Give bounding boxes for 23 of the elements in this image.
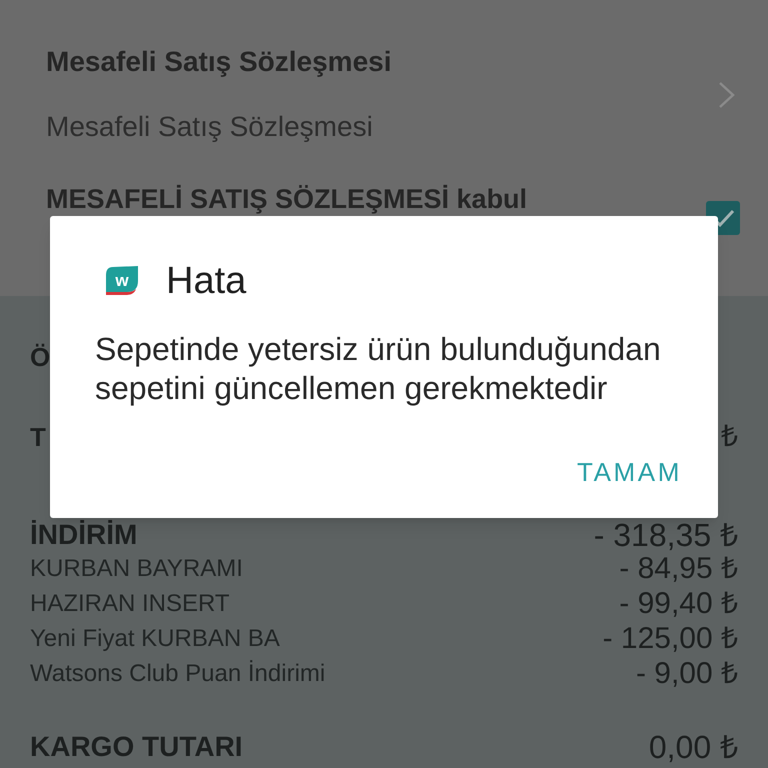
app-logo: w: [105, 266, 139, 296]
chevron-right-icon: [718, 80, 735, 108]
shipping-amount: 0,00 ₺: [648, 731, 738, 763]
summary-label: T: [30, 424, 46, 450]
dialog-message: Sepetinde yetersiz ürün bulunduğundan sepetini güncellemen gerekmektedir: [95, 330, 662, 408]
summary-amount: ₺: [721, 422, 738, 452]
dialog-title: Hata: [166, 259, 246, 303]
ok-button[interactable]: TAMAM: [571, 456, 688, 488]
contract-link[interactable]: Mesafeli Satış Sözleşmesi: [46, 109, 373, 145]
discount-item-amount: - 125,00 ₺: [602, 624, 738, 654]
discount-item-amount: - 9,00 ₺: [636, 658, 738, 688]
discount-item-amount: - 84,95 ₺: [619, 554, 738, 584]
shipping-label: KARGO TUTARI: [30, 733, 243, 761]
discount-item-label: HAZIRAN INSERT: [30, 592, 230, 616]
acceptance-label: MESAFELİ SATIŞ SÖZLEŞMESİ kabul: [46, 183, 528, 216]
discount-item-label: KURBAN BAYRAMI: [30, 556, 243, 580]
contract-title: Mesafeli Satış Sözleşmesi: [46, 45, 392, 79]
summary-label: Ö: [30, 344, 50, 370]
discount-total: - 318,35 ₺: [594, 519, 738, 551]
discount-item-label: Watsons Club Puan İndirimi: [30, 662, 326, 686]
discount-item-label: Yeni Fiyat KURBAN BA: [30, 626, 280, 650]
discount-label: İNDİRİM: [30, 521, 138, 549]
discount-item-amount: - 99,40 ₺: [619, 588, 738, 618]
